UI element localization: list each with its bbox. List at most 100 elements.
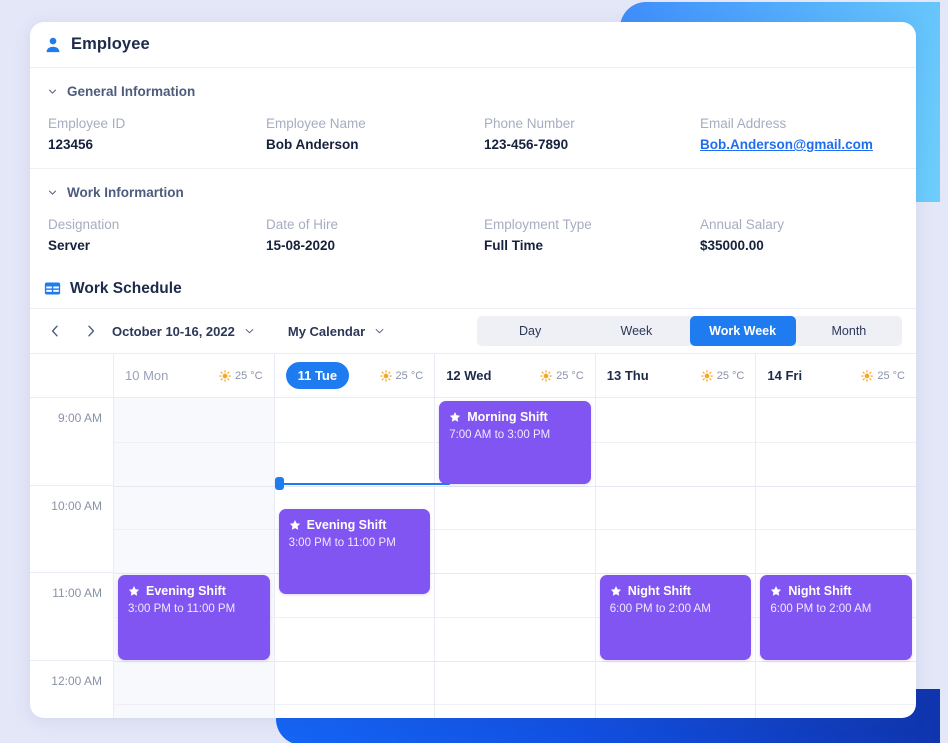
day-body-1[interactable]: Evening Shift 3:00 PM to 11:00 PM bbox=[274, 398, 450, 718]
day-header-2[interactable]: 12 Wed 25 °C bbox=[435, 354, 595, 398]
calendar-event[interactable]: Evening Shift 3:00 PM to 11:00 PM bbox=[278, 509, 431, 594]
field-label: Phone Number bbox=[484, 116, 575, 131]
hour-gridline bbox=[435, 660, 595, 662]
field-label: Employment Type bbox=[484, 217, 592, 232]
day-body-2[interactable]: Morning Shift 7:00 AM to 3:00 PM bbox=[435, 398, 595, 718]
day-column-1: 11 Tue 25 °C Evening Shift 3:00 PM to 11:00… bbox=[274, 354, 450, 718]
event-title-row: Evening Shift bbox=[128, 584, 260, 598]
day-column-0: 10 Mon 25 °C Evening Shift 3:00 PM to 11:00… bbox=[114, 354, 275, 718]
star-icon bbox=[771, 585, 782, 596]
work-information-section: Work Informartion Designation Server Dat… bbox=[30, 169, 916, 269]
user-icon bbox=[46, 37, 60, 52]
weather-temp: 25 °C bbox=[556, 369, 584, 382]
event-title: Night Shift bbox=[627, 584, 691, 598]
event-time: 3:00 PM to 11:00 PM bbox=[128, 603, 236, 615]
day-label: 14 Fri bbox=[767, 368, 803, 383]
hour-gridline bbox=[435, 616, 595, 618]
weather-badge-1: 25 °C bbox=[379, 369, 424, 382]
day-header-3[interactable]: 13 Thu 25 °C bbox=[595, 354, 756, 398]
chevron-down-icon[interactable] bbox=[245, 328, 254, 334]
view-tab-month[interactable]: Month bbox=[796, 316, 902, 346]
screen: Employee General Information Employee ID… bbox=[0, 0, 948, 743]
time-label: 10:00 AM bbox=[30, 486, 113, 573]
email-link[interactable]: Bob.Anderson@gmail.com bbox=[700, 137, 916, 152]
weather-temp: 25 °C bbox=[234, 369, 263, 382]
field-label: Annual Salary bbox=[700, 217, 785, 232]
day-header-4[interactable]: 14 Fri 25 °C bbox=[756, 354, 916, 398]
event-title-row: Morning Shift bbox=[449, 410, 581, 424]
calendar-event[interactable]: Evening Shift 3:00 PM to 11:00 PM bbox=[118, 575, 270, 660]
hour-gridline bbox=[595, 573, 756, 574]
sun-icon bbox=[540, 369, 553, 382]
hour-gridline bbox=[114, 660, 274, 662]
hour-gridline bbox=[435, 573, 595, 574]
weather-badge-0: 25 °C bbox=[219, 370, 263, 382]
time-gutter: 9:00 AM 10:00 AM 11:00 AM 12:00 AM bbox=[30, 354, 114, 718]
gutter-spacer bbox=[30, 354, 113, 398]
current-time-line bbox=[279, 483, 450, 485]
hour-gridline bbox=[756, 660, 916, 662]
calendar-event[interactable]: Night Shift 6:00 PM to 2:00 AM bbox=[760, 575, 912, 660]
day-body-0[interactable]: Evening Shift 3:00 PM to 11:00 PM bbox=[114, 398, 274, 718]
event-time: 7:00 AM to 3:00 PM bbox=[449, 429, 551, 441]
prev-period-button[interactable] bbox=[44, 320, 66, 342]
event-title: Night Shift bbox=[788, 584, 852, 598]
next-period-button[interactable] bbox=[80, 320, 102, 342]
field-value: 15-08-2020 bbox=[266, 238, 336, 253]
event-title: Evening Shift bbox=[306, 518, 387, 532]
employee-card: Employee General Information Employee ID… bbox=[30, 22, 916, 718]
calendar-event[interactable]: Night Shift 6:00 PM to 2:00 AM bbox=[599, 575, 752, 660]
event-time: 3:00 PM to 11:00 PM bbox=[288, 537, 396, 549]
chevron-down-icon[interactable] bbox=[375, 328, 384, 334]
time-label: 12:00 AM bbox=[30, 661, 113, 719]
general-information-section: General Information Employee ID 123456 E… bbox=[30, 68, 916, 168]
field-date-of-hire: Date of Hire 15-08-2020 bbox=[266, 217, 484, 253]
event-title-row: Night Shift bbox=[770, 584, 902, 598]
employee-titlebar: Employee bbox=[30, 22, 916, 68]
day-header-1[interactable]: 11 Tue 25 °C bbox=[274, 354, 435, 398]
day-header-0[interactable]: 10 Mon 25 °C bbox=[114, 354, 274, 398]
calendar-toolbar: October 10-16, 2022 My Calendar Day Week… bbox=[30, 309, 916, 354]
weather-badge-3: 25 °C bbox=[700, 369, 745, 382]
calendar-select-label[interactable]: My Calendar bbox=[288, 324, 365, 339]
hour-gridline bbox=[274, 660, 435, 662]
day-column-3: 13 Thu 25 °C Night Shift 6:00 PM to 2:00 AM bbox=[595, 354, 757, 718]
event-title-row: Evening Shift bbox=[289, 518, 421, 532]
event-title: Evening Shift bbox=[146, 584, 226, 598]
hour-gridline bbox=[114, 573, 274, 574]
work-information-header[interactable]: Work Informartion bbox=[30, 181, 916, 203]
hour-gridline bbox=[274, 616, 435, 618]
day-label: 11 Tue bbox=[285, 362, 350, 389]
view-tab-day[interactable]: Day bbox=[477, 316, 583, 346]
current-time-handle[interactable] bbox=[274, 477, 284, 490]
section-title: General Information bbox=[67, 83, 196, 99]
star-icon bbox=[289, 519, 300, 530]
hour-gridline bbox=[756, 441, 916, 443]
sun-icon bbox=[861, 369, 874, 382]
star-icon bbox=[128, 585, 140, 596]
chevron-down-icon bbox=[48, 89, 57, 94]
general-fields: Employee ID 123456 Employee Name Bob And… bbox=[30, 102, 916, 168]
day-label: 10 Mon bbox=[125, 368, 169, 383]
field-value: $35000.00 bbox=[700, 238, 764, 253]
hour-gridline bbox=[595, 704, 756, 706]
hour-gridline bbox=[756, 704, 916, 706]
right-edge-mask bbox=[940, 0, 948, 743]
date-range-label[interactable]: October 10-16, 2022 bbox=[112, 324, 235, 339]
star-icon bbox=[450, 411, 461, 422]
view-tab-week[interactable]: Week bbox=[583, 316, 689, 346]
hour-gridline bbox=[274, 704, 435, 706]
field-label: Designation bbox=[48, 217, 120, 232]
view-tab-work-week[interactable]: Work Week bbox=[689, 316, 796, 346]
field-designation: Designation Server bbox=[48, 217, 266, 253]
field-employment-type: Employment Type Full Time bbox=[484, 217, 700, 253]
day-column-4: 14 Fri 25 °C Night Shift 6:00 PM to 2:00 AM bbox=[756, 354, 916, 718]
general-information-header[interactable]: General Information bbox=[30, 80, 916, 102]
weather-temp: 25 °C bbox=[716, 369, 745, 382]
weather-temp: 25 °C bbox=[395, 369, 424, 382]
day-body-4[interactable]: Night Shift 6:00 PM to 2:00 AM bbox=[756, 398, 916, 718]
chevron-right-icon bbox=[88, 325, 95, 337]
calendar-event[interactable]: Morning Shift 7:00 AM to 3:00 PM bbox=[439, 401, 591, 484]
hour-gridline bbox=[756, 485, 916, 487]
day-body-3[interactable]: Night Shift 6:00 PM to 2:00 AM bbox=[595, 398, 756, 718]
